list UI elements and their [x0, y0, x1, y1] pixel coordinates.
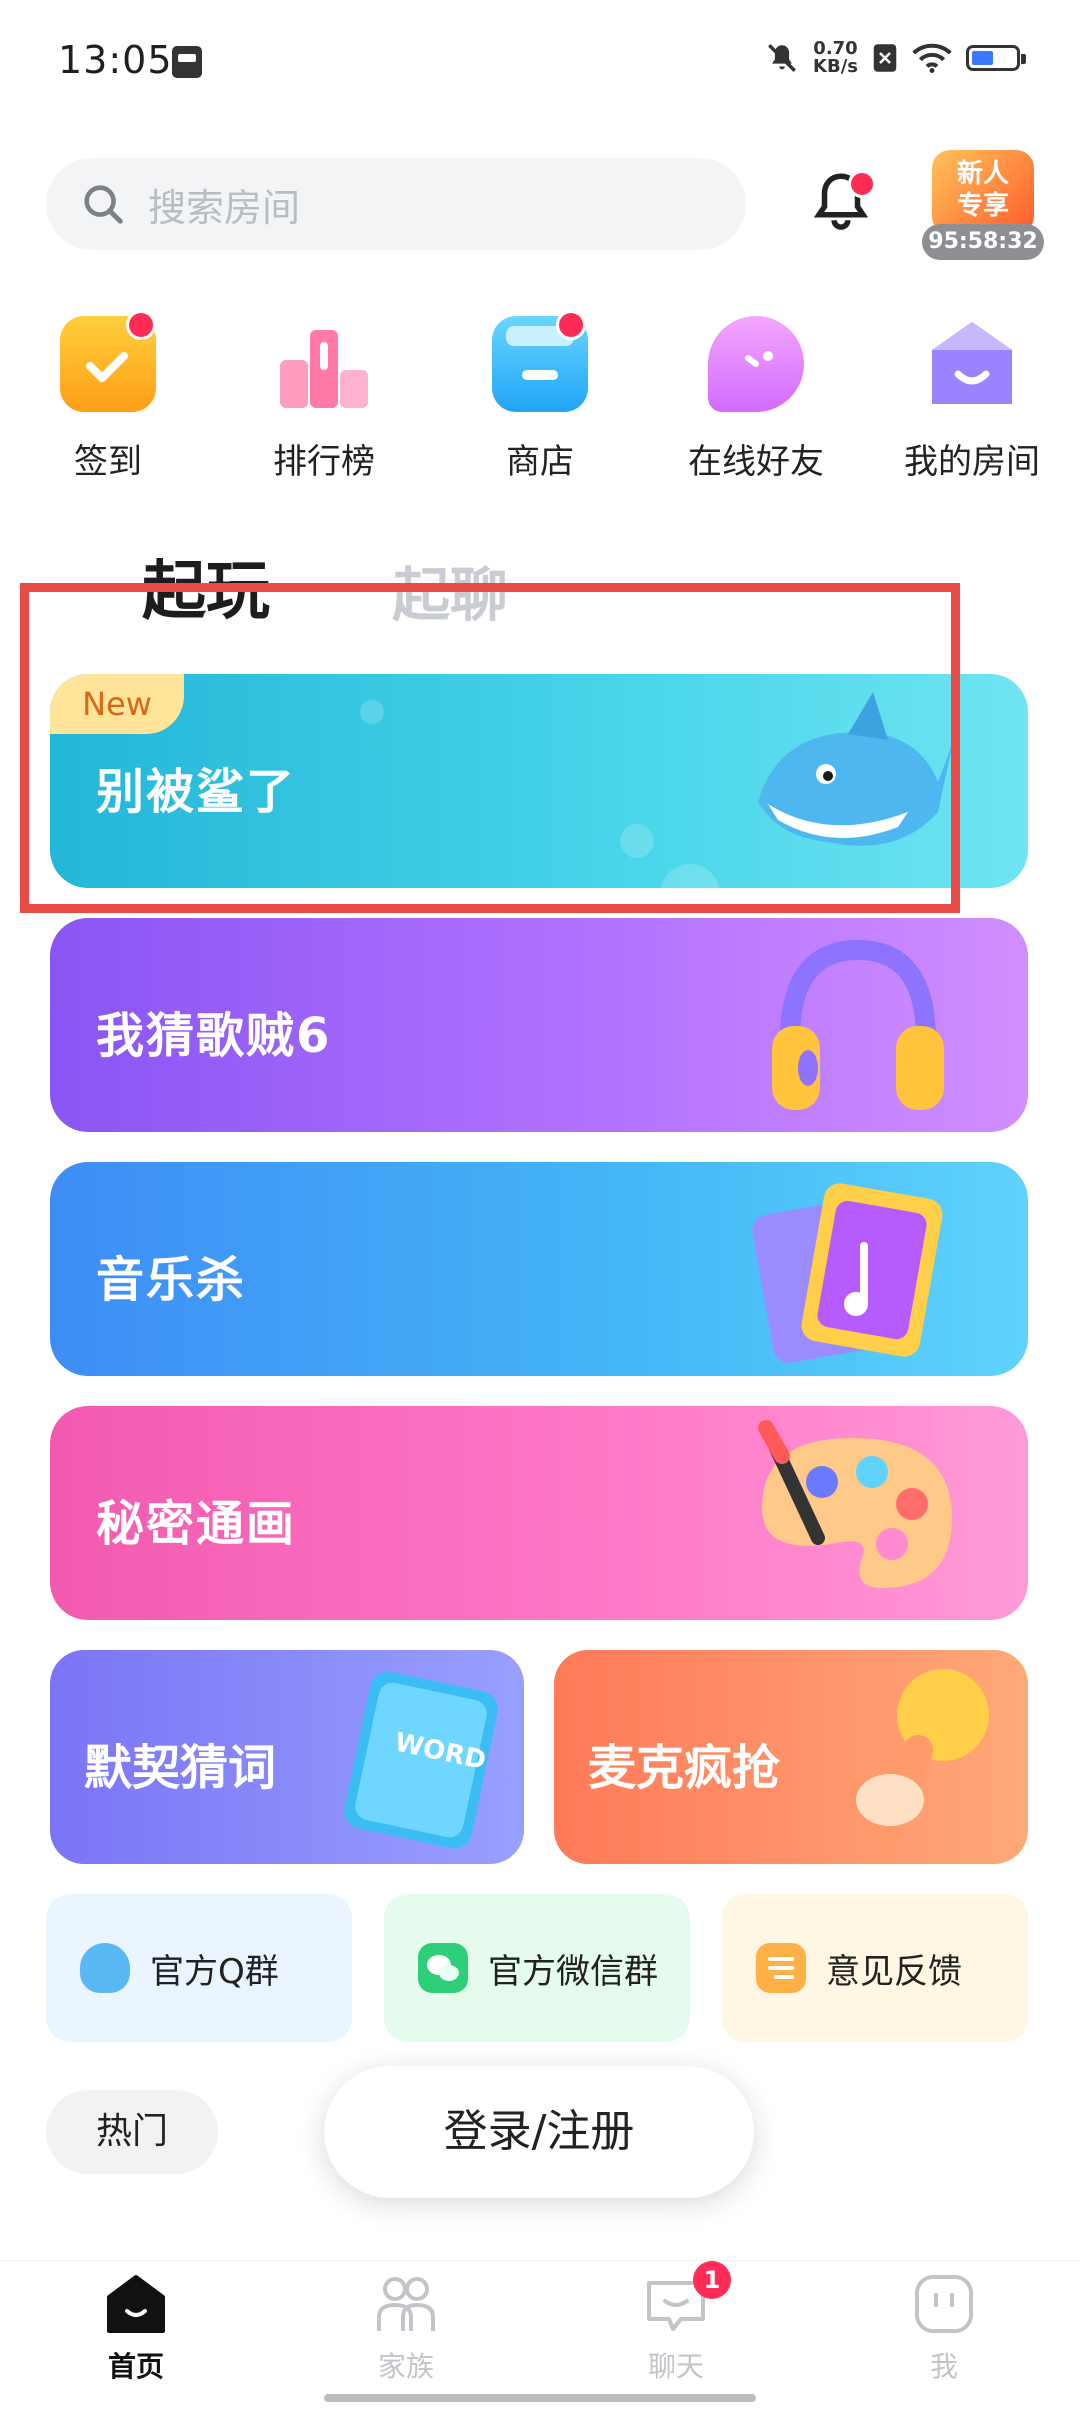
- quick-entry-ranking[interactable]: 排行榜: [234, 316, 414, 486]
- microphone-icon: [856, 1669, 989, 1845]
- home-icon: [103, 2271, 169, 2337]
- search-input[interactable]: 搜索房间: [46, 158, 746, 250]
- unread-badge: 1: [693, 2261, 731, 2299]
- promo-badge-icon: 新人 专享: [932, 150, 1034, 234]
- badge-dot: [126, 310, 156, 340]
- battery-icon: [966, 45, 1026, 71]
- nav-chat[interactable]: 1 聊天: [596, 2261, 756, 2385]
- promo-timer: 95:58:32: [922, 224, 1044, 260]
- wechat-icon: [418, 1943, 468, 1993]
- search-placeholder: 搜索房间: [148, 185, 301, 230]
- game-card-mic-grab[interactable]: 麦克疯抢: [554, 1650, 1028, 1864]
- word-book-icon: WORD: [344, 1671, 498, 1849]
- tab-hot[interactable]: 热门: [46, 2090, 218, 2174]
- wifi-icon: [912, 43, 952, 73]
- nav-home[interactable]: 首页: [56, 2271, 216, 2385]
- mute-icon: [768, 44, 796, 72]
- no-sim-icon: [873, 44, 897, 72]
- home-indicator[interactable]: [324, 2394, 756, 2402]
- headphones-icon: [772, 939, 944, 1110]
- game-card-secret-draw[interactable]: 秘密通画: [50, 1406, 1028, 1620]
- game-title: 别被鲨了: [96, 764, 297, 820]
- channel-wechat-group[interactable]: 官方微信群: [384, 1894, 690, 2042]
- shark-icon: [758, 692, 953, 846]
- quick-entry-checkin[interactable]: 签到: [18, 310, 198, 486]
- nav-family[interactable]: 家族: [326, 2271, 486, 2385]
- music-card-icon: [752, 1183, 943, 1363]
- status-bar: 13:05 0.70 KB/s: [0, 0, 1080, 130]
- channel-feedback[interactable]: 意见反馈: [722, 1894, 1028, 2042]
- game-card-guess-song[interactable]: 我猜歌贼6: [50, 918, 1028, 1132]
- palette-icon: [758, 1420, 952, 1588]
- game-title: 音乐杀: [96, 1252, 247, 1308]
- profile-icon: [911, 2271, 977, 2337]
- search-icon: [84, 185, 123, 224]
- game-title: 秘密通画: [96, 1496, 297, 1552]
- house-icon: [924, 316, 1020, 412]
- chat-bubble-icon: [708, 316, 804, 412]
- tab-chat[interactable]: 起聊: [392, 548, 508, 632]
- quick-entry-online-friends[interactable]: 在线好友: [666, 316, 846, 486]
- badge-dot: [556, 310, 586, 340]
- new-user-promo[interactable]: 新人 专享 95:58:32: [922, 150, 1044, 262]
- quick-entry-my-room[interactable]: 我的房间: [882, 316, 1062, 486]
- new-badge: New: [50, 674, 184, 734]
- status-icons: 0.70 KB/s: [765, 38, 1026, 77]
- status-time: 13:05: [58, 38, 173, 82]
- game-card-music-kill[interactable]: 音乐杀: [50, 1162, 1028, 1376]
- chat-icon: 1: [643, 2261, 731, 2337]
- login-register-button[interactable]: 登录/注册: [324, 2066, 754, 2198]
- sim-icon: [172, 46, 202, 78]
- qq-icon: [80, 1943, 130, 1993]
- channel-qq-group[interactable]: 官方Q群: [46, 1894, 352, 2042]
- game-title: 默契猜词: [84, 1740, 277, 1796]
- feedback-icon: [756, 1943, 806, 1993]
- net-speed: 0.70 KB/s: [813, 38, 858, 77]
- game-title: 麦克疯抢: [588, 1740, 781, 1796]
- bottom-navigation: 首页 家族 1 聊天 我: [0, 2260, 1080, 2409]
- game-title: 我猜歌贼6: [96, 1008, 332, 1064]
- family-icon: [373, 2271, 439, 2337]
- game-card-shark[interactable]: 别被鲨了: [50, 674, 1028, 888]
- nav-me[interactable]: 我: [864, 2271, 1024, 2385]
- notification-dot: [848, 170, 876, 198]
- quick-entry-shop[interactable]: 商店: [450, 310, 630, 486]
- game-card-guess-word[interactable]: 默契猜词 WORD: [50, 1650, 524, 1864]
- tab-play[interactable]: 起玩: [142, 540, 270, 632]
- podium-icon: [276, 316, 372, 412]
